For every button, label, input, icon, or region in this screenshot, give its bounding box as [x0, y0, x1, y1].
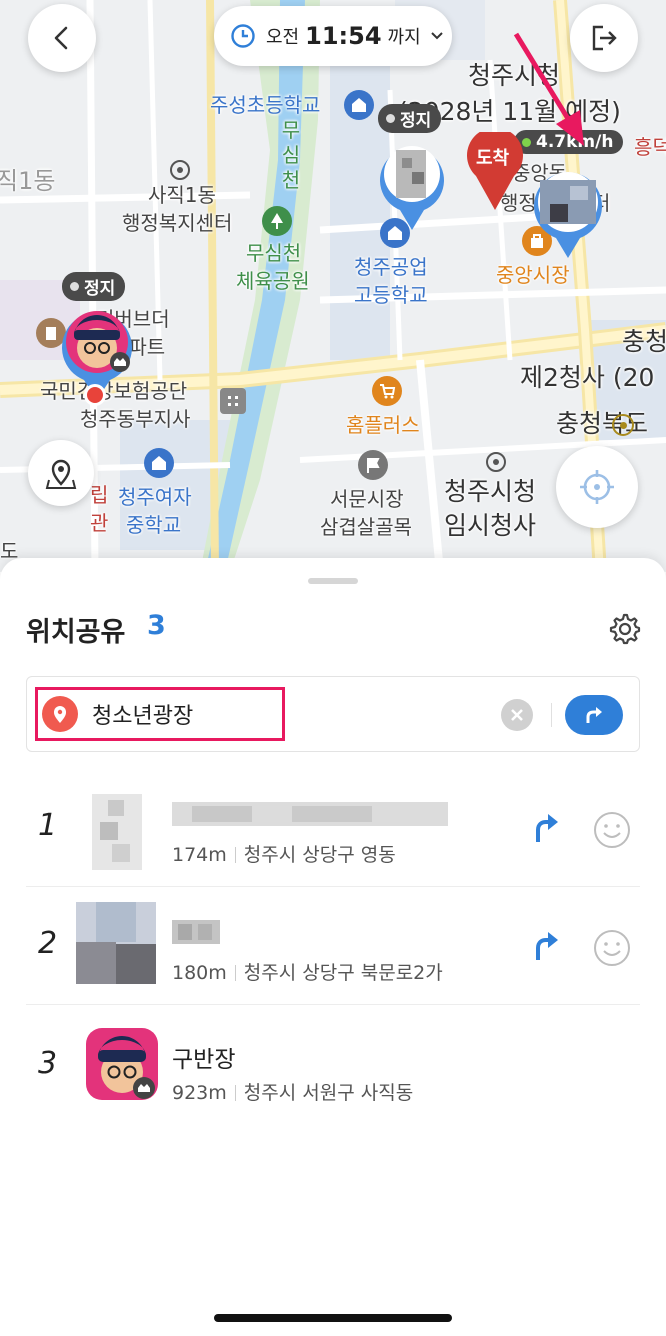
member-avatar [76, 902, 156, 984]
location-history-button[interactable] [28, 440, 94, 506]
member-avatar [86, 1028, 158, 1100]
member-row[interactable]: 3 구반장 923m 청주시 서원구 사직동 [26, 1010, 640, 1128]
member-address: 청주시 상당구 북문로2가 [243, 962, 443, 984]
chevron-down-icon [430, 32, 443, 40]
flag-icon [358, 450, 388, 480]
shopping-cart-icon [372, 376, 402, 406]
my-location-dot [84, 384, 106, 406]
member-row[interactable]: 2 180m 청주시 상당구 북문로2가 [26, 890, 640, 1008]
building-icon [220, 388, 246, 414]
member-2-marker[interactable] [378, 136, 446, 232]
member-distance: 180m [172, 962, 227, 984]
gear-icon[interactable] [606, 610, 642, 646]
row-divider [26, 1004, 640, 1005]
crosshair-icon [580, 470, 614, 504]
member-avatar [92, 794, 142, 870]
share-time-selector[interactable]: 오전 11:54 까지 [214, 6, 452, 66]
map-label-musimcheon: 무 심 천 [281, 118, 301, 192]
map-label-chungbuk-1: 충청 [622, 327, 666, 356]
clear-destination-button[interactable] [501, 699, 533, 731]
map-label-homeplus: 홈플러스 [346, 413, 420, 437]
member-1-marker[interactable] [532, 164, 604, 260]
status-tag-stop-1: 정지 [62, 272, 126, 301]
destination-value: 청소년광장 [92, 704, 194, 729]
member-index: 2 [38, 926, 58, 961]
time-value: 11:54 [305, 22, 382, 50]
member-count: 3 [147, 610, 166, 641]
row-divider [26, 886, 640, 887]
map-label-chungbuk-do: 충청북도 [556, 409, 649, 438]
girls-school-icon [144, 448, 174, 478]
member-name: 구반장 [172, 1047, 236, 1073]
status-tag-stop-2: 정지 [378, 104, 442, 133]
map-label-heungdeok: 흥덕 [634, 135, 666, 159]
route-arrow-icon [586, 707, 602, 723]
member-distance: 923m [172, 1082, 227, 1104]
map-label-second-office: 제2청사 (20 [520, 363, 655, 392]
time-prefix: 오전 [266, 27, 300, 48]
map-label-highschool-1: 청주공업 [354, 255, 428, 279]
smiley-icon[interactable] [592, 928, 632, 968]
map-label-temp-hall-1: 청주시청 [444, 477, 537, 506]
member-address: 청주시 상당구 영동 [243, 844, 396, 866]
member-distance: 174m [172, 844, 227, 866]
field-divider [551, 703, 552, 727]
school-icon [344, 90, 374, 120]
directions-icon[interactable] [530, 812, 560, 844]
route-button[interactable] [565, 695, 623, 735]
destination-field[interactable]: 청소년광장 [26, 676, 640, 752]
member-name-blurred [172, 802, 448, 826]
gov-dot-icon [612, 414, 634, 436]
time-suffix: 까지 [387, 27, 421, 48]
sheet-grabber[interactable] [308, 578, 358, 584]
back-button[interactable] [28, 4, 96, 72]
map-label-highschool-2: 고등학교 [354, 283, 428, 307]
map-label-girls-school-1: 청주여자 [118, 485, 192, 509]
member-meta: 174m 청주시 상당구 영동 [172, 840, 396, 867]
map-label-sajik-2: 행정복지센터 [122, 211, 233, 235]
location-share-sheet: 위치공유 3 청소년광장 1 174m 청주시 상당구 영동 2 180m 청주… [0, 558, 666, 1336]
map-label-left-edge-1: 립 [90, 483, 109, 507]
map-label-left-edge-2: 관 [90, 511, 109, 535]
location-pin-icon [42, 696, 78, 732]
sheet-title: 위치공유 [26, 617, 126, 648]
map-label-juseong-school: 주성초등학교 [210, 93, 321, 117]
map-label-girls-school-2: 중학교 [126, 513, 182, 537]
exit-button[interactable] [570, 4, 638, 72]
home-indicator[interactable] [214, 1314, 452, 1322]
member-index: 1 [38, 808, 58, 843]
park-icon [262, 206, 292, 236]
clock-icon [231, 24, 255, 48]
close-icon [511, 709, 523, 721]
my-location-button[interactable] [556, 446, 638, 528]
map-label-sports-park-1: 무심천 [246, 241, 302, 265]
office-dot-icon-2 [486, 452, 506, 472]
exit-icon [592, 25, 617, 51]
member-name-blurred [172, 920, 220, 944]
map-label-temp-hall-2: 임시청사 [444, 511, 537, 540]
destination-highlight: 청소년광장 [35, 687, 285, 741]
map-pin-icon [45, 459, 77, 489]
member-meta: 923m 청주시 서원구 사직동 [172, 1078, 413, 1105]
map-label-sports-park-2: 체육공원 [236, 269, 310, 293]
map-label-sajik-edge: 직1동 [0, 167, 56, 195]
map-label-sajik-1: 사직1동 [148, 183, 216, 207]
smiley-icon[interactable] [592, 810, 632, 850]
map-label-seomun-2: 삼겹살골목 [320, 515, 412, 539]
map-label-seomun-1: 서문시장 [330, 487, 404, 511]
member-index: 3 [38, 1046, 58, 1081]
member-address: 청주시 서원구 사직동 [243, 1082, 414, 1104]
member-row[interactable]: 1 174m 청주시 상당구 영동 [26, 772, 640, 890]
map-label-jungang-market: 중앙시장 [496, 263, 570, 287]
map-label-cheongju-branch: 청주동부지사 [80, 407, 191, 431]
member-meta: 180m 청주시 상당구 북문로2가 [172, 958, 443, 985]
map-view[interactable]: 청주시청 (2028년 11월 예정) 주성초등학교 무 심 천 사직1동 행정… [0, 0, 666, 572]
office-dot-icon [170, 160, 190, 180]
directions-icon[interactable] [530, 930, 560, 962]
chevron-left-icon [54, 26, 68, 50]
